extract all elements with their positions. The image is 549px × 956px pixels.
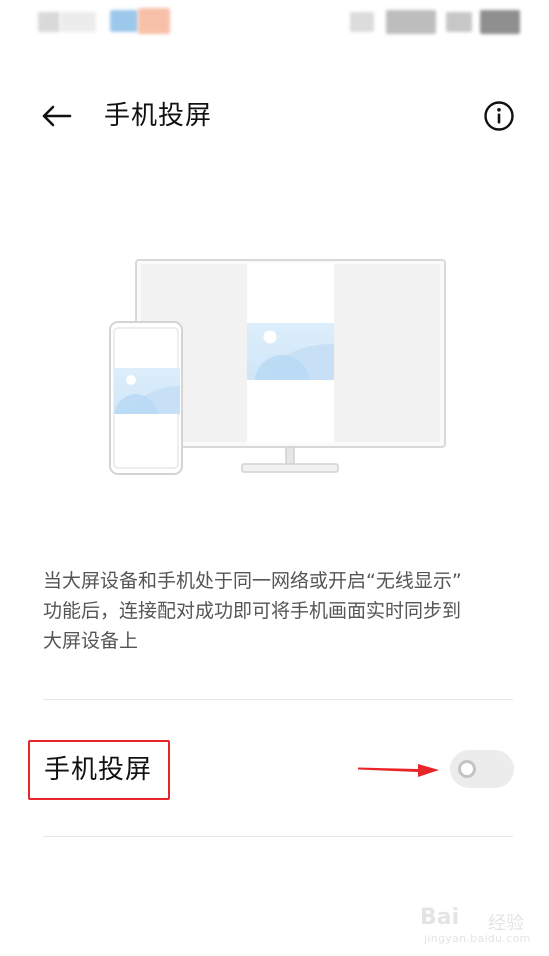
status-time-blur (60, 12, 96, 32)
arrow-left-icon (42, 105, 72, 127)
status-battery-blur (480, 10, 520, 34)
description-line: 功能后，连接配对成功即可将手机画面实时同步到 (43, 600, 462, 622)
status-icons-blur (446, 12, 472, 32)
setting-row-screen-cast[interactable]: 手机投屏 (0, 700, 549, 836)
screen-cast-toggle[interactable] (450, 750, 514, 788)
header: 手机投屏 (0, 90, 549, 142)
info-button[interactable] (482, 99, 516, 133)
watermark-brand: Bai (420, 905, 460, 930)
description-text: 当大屏设备和手机处于同一网络或开启“无线显示” 功能后，连接配对成功即可将手机画… (43, 566, 513, 656)
status-notification-blur (138, 8, 170, 34)
setting-label: 手机投屏 (44, 755, 153, 785)
status-bar (0, 0, 549, 50)
watermark-url: jingyan.baidu.com (424, 932, 531, 945)
status-icons-blur (350, 12, 374, 32)
description-line: 当大屏设备和手机处于同一网络或开启“无线显示” (43, 570, 462, 592)
description-line: 大屏设备上 (43, 630, 139, 652)
status-icons-blur (386, 10, 436, 34)
divider-bottom (43, 836, 513, 837)
status-notification-blur (110, 10, 138, 32)
screen-cast-illustration (109, 259, 446, 475)
back-button[interactable] (34, 98, 78, 134)
status-time-blur (38, 12, 60, 32)
baidu-watermark: Bai 经验 jingyan.baidu.com (420, 905, 530, 945)
toggle-knob (458, 760, 476, 778)
annotation-arrow-icon (358, 764, 439, 777)
page-title: 手机投屏 (104, 101, 213, 131)
info-icon (484, 101, 514, 131)
